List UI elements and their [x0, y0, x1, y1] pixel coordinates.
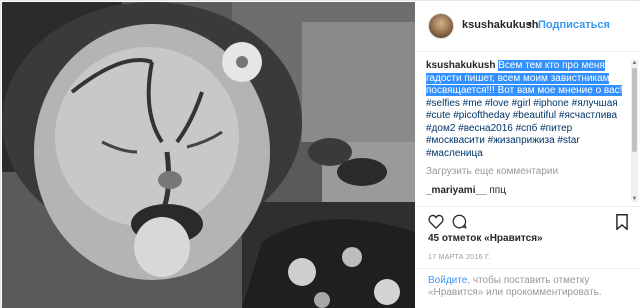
follow-button[interactable]: Подписаться [538, 19, 610, 31]
comment-item: _mariyami__ ппц [426, 185, 628, 198]
login-prompt: Войдите, чтобы поставить отметку «Нравит… [416, 268, 640, 308]
heart-icon[interactable] [428, 214, 444, 229]
action-bar [416, 206, 640, 234]
scrollbar-thumb[interactable] [632, 68, 637, 152]
scroll-up-icon[interactable]: ▲ [631, 60, 638, 66]
post-date: 17 МАРТА 2016 Г. [428, 254, 491, 261]
load-more-comments-link[interactable]: Загрузить еще комментарии [426, 166, 628, 179]
caption: ksushakukush Всем тем кто про меня гадос… [426, 60, 623, 159]
comment-icon[interactable] [452, 214, 467, 229]
photo-illustration [2, 2, 415, 308]
comment-username[interactable]: _mariyami__ [426, 185, 487, 196]
separator-dot: • [528, 18, 532, 30]
post-frame: ksushakukush • Подписаться ksushakukush … [0, 0, 640, 308]
post-photo[interactable] [2, 2, 415, 308]
comments-scrollbar[interactable]: ▲ ▼ [631, 60, 638, 202]
likes-count[interactable]: 45 отметок «Нравится» [428, 233, 543, 244]
comments-list: ksushakukush Всем тем кто про меня гадос… [426, 60, 628, 204]
avatar[interactable] [428, 13, 454, 39]
scroll-down-icon[interactable]: ▼ [631, 196, 638, 202]
bookmark-icon[interactable] [616, 214, 628, 230]
post-side-panel: ksushakukush • Подписаться ksushakukush … [416, 2, 640, 308]
login-link[interactable]: Войдите [428, 275, 467, 286]
header-username[interactable]: ksushakukush [462, 19, 538, 31]
caption-username[interactable]: ksushakukush [426, 60, 495, 71]
post-header: ksushakukush • Подписаться [416, 2, 640, 52]
caption-hashtags[interactable]: #selfies #me #love #girl #iphone #ялучша… [426, 98, 618, 159]
comment-text: ппц [489, 184, 506, 196]
